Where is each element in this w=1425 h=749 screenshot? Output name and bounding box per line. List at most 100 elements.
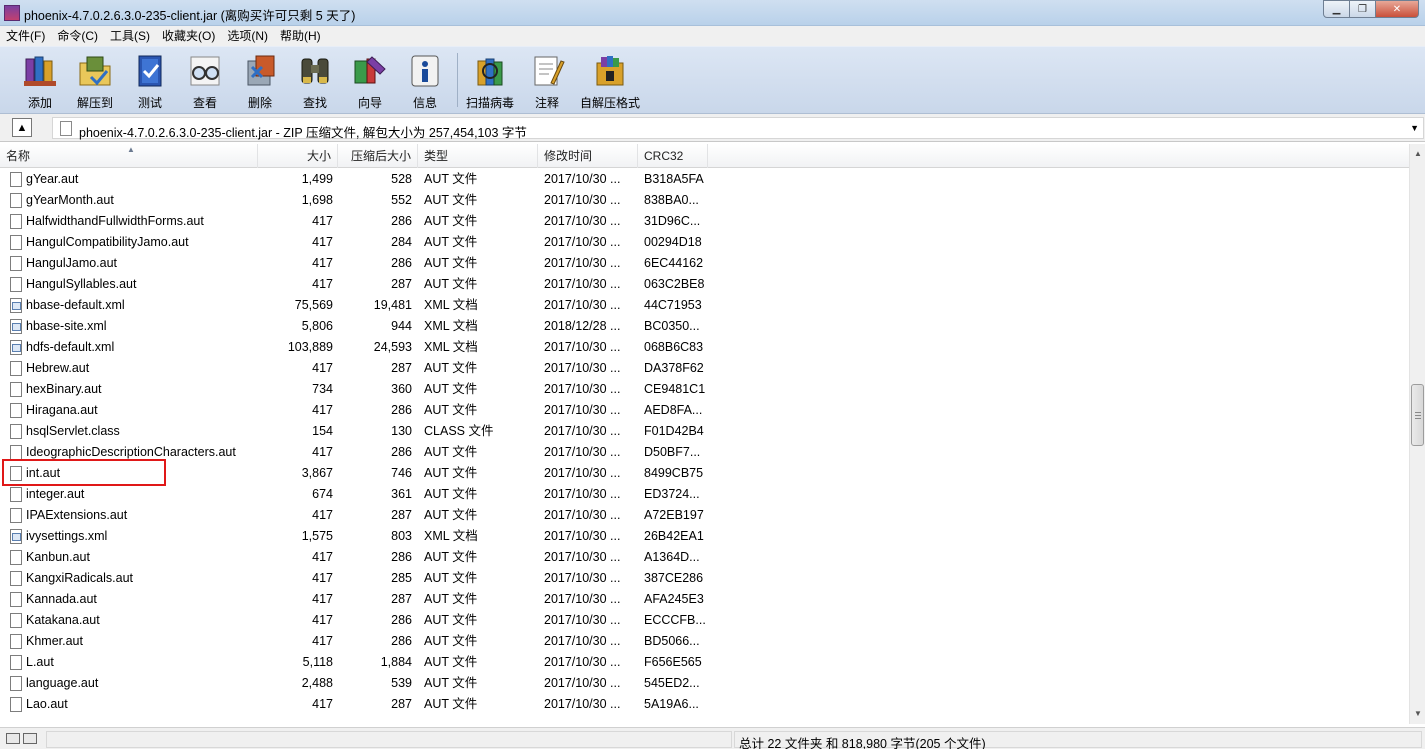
file-modified: 2017/10/30 ...	[544, 361, 621, 375]
test-button[interactable]: 测试	[123, 51, 177, 111]
menu-help[interactable]: 帮助(H)	[274, 26, 327, 46]
file-row[interactable]: HalfwidthandFullwidthForms.aut 417 286 AUT …	[0, 211, 1409, 232]
file-type: AUT 文件	[424, 634, 478, 648]
file-row[interactable]: HangulCompatibilityJamo.aut 417 284 AUT 文件 2…	[0, 232, 1409, 253]
minimize-button[interactable]: ▁	[1323, 0, 1350, 18]
scroll-up-button[interactable]: ▲	[1410, 146, 1425, 162]
file-name: HangulCompatibilityJamo.aut	[26, 235, 189, 249]
add-button[interactable]: 添加	[13, 51, 67, 111]
file-row[interactable]: hbase-default.xml 75,569 19,481 XML 文档 2017/…	[0, 295, 1409, 316]
thumb-grip	[1415, 412, 1421, 413]
file-icon	[10, 361, 22, 376]
file-crc: BC0350...	[644, 319, 700, 333]
file-row[interactable]: hexBinary.aut 734 360 AUT 文件 2017/10/30 ... C…	[0, 379, 1409, 400]
file-icon	[10, 634, 22, 649]
column-name[interactable]: 名称 ▲	[0, 144, 258, 168]
menu-tools[interactable]: 工具(S)	[104, 26, 156, 46]
file-row[interactable]: Hebrew.aut 417 287 AUT 文件 2017/10/30 ... DA37…	[0, 358, 1409, 379]
file-row[interactable]: int.aut 3,867 746 AUT 文件 2017/10/30 ... 8499C…	[0, 463, 1409, 484]
maximize-button[interactable]: ❐	[1349, 0, 1376, 18]
menu-options[interactable]: 选项(N)	[221, 26, 274, 46]
drive-icon[interactable]	[6, 733, 20, 744]
column-packed[interactable]: 压缩后大小	[338, 144, 418, 168]
chevron-down-icon[interactable]: ▼	[1410, 123, 1419, 133]
virus-scan-button[interactable]: 扫描病毒	[463, 51, 517, 111]
file-row[interactable]: integer.aut 674 361 AUT 文件 2017/10/30 ... ED3…	[0, 484, 1409, 505]
file-packed-size: 944	[391, 319, 412, 333]
path-combobox[interactable]: phoenix-4.7.0.2.6.3.0-235-client.jar - Z…	[52, 117, 1424, 140]
key-icon[interactable]	[23, 733, 37, 744]
add-books-icon	[24, 56, 56, 86]
file-crc: BD5066...	[644, 634, 700, 648]
file-row[interactable]: Khmer.aut 417 286 AUT 文件 2017/10/30 ... BD506…	[0, 631, 1409, 652]
file-row[interactable]: L.aut 5,118 1,884 AUT 文件 2017/10/30 ... F656E…	[0, 652, 1409, 673]
file-row[interactable]: language.aut 2,488 539 AUT 文件 2017/10/30 ...…	[0, 673, 1409, 694]
column-type[interactable]: 类型	[418, 144, 538, 168]
delete-button[interactable]: 删除	[233, 51, 287, 111]
column-modified[interactable]: 修改时间	[538, 144, 638, 168]
file-size: 1,499	[301, 172, 333, 186]
status-icons	[6, 733, 42, 745]
column-crc[interactable]: CRC32	[638, 144, 708, 168]
menu-commands[interactable]: 命令(C)	[51, 26, 104, 46]
file-icon	[10, 592, 22, 607]
file-type: CLASS 文件	[424, 424, 494, 438]
menu-favorites[interactable]: 收藏夹(O)	[156, 26, 221, 46]
file-row[interactable]: Kannada.aut 417 287 AUT 文件 2017/10/30 ... AFA…	[0, 589, 1409, 610]
extract-to-button[interactable]: 解压到	[68, 51, 122, 111]
file-modified: 2017/10/30 ...	[544, 403, 621, 417]
column-size[interactable]: 大小	[258, 144, 338, 168]
file-size: 2,488	[301, 676, 333, 690]
file-size: 417	[312, 613, 333, 627]
file-row[interactable]: HangulJamo.aut 417 286 AUT 文件 2017/10/30 ...…	[0, 253, 1409, 274]
file-row[interactable]: Lao.aut 417 287 AUT 文件 2017/10/30 ... 5A19A6.…	[0, 694, 1409, 715]
file-row[interactable]: hbase-site.xml 5,806 944 XML 文档 2018/12/28 .…	[0, 316, 1409, 337]
window-title: phoenix-4.7.0.2.6.3.0-235-client.jar (离购…	[24, 9, 356, 23]
file-crc: 5A19A6...	[644, 697, 699, 711]
extract-folder-icon	[79, 56, 111, 86]
file-row[interactable]: IPAExtensions.aut 417 287 AUT 文件 2017/10/30 …	[0, 505, 1409, 526]
file-type: AUT 文件	[424, 466, 478, 480]
file-packed-size: 803	[391, 529, 412, 543]
file-modified: 2018/12/28 ...	[544, 319, 621, 333]
comment-button[interactable]: 注释	[520, 51, 574, 111]
info-button[interactable]: 信息	[398, 51, 452, 111]
file-row[interactable]: IdeographicDescriptionCharacters.aut 417 2…	[0, 442, 1409, 463]
menu-file[interactable]: 文件(F)	[0, 26, 51, 46]
up-folder-button[interactable]: ▲	[12, 118, 32, 137]
close-button[interactable]: ✕	[1375, 0, 1419, 18]
file-row[interactable]: Kanbun.aut 417 286 AUT 文件 2017/10/30 ... A136…	[0, 547, 1409, 568]
file-list[interactable]: 名称 ▲ 大小 压缩后大小 类型 修改时间 CRC32 gYear.aut 1,4…	[0, 144, 1409, 724]
file-modified: 2017/10/30 ...	[544, 214, 621, 228]
file-row[interactable]: KangxiRadicals.aut 417 285 AUT 文件 2017/10/30…	[0, 568, 1409, 589]
file-modified: 2017/10/30 ...	[544, 634, 621, 648]
file-row[interactable]: ivysettings.xml 1,575 803 XML 文档 2017/10/30 …	[0, 526, 1409, 547]
file-crc: AED8FA...	[644, 403, 703, 417]
scroll-down-button[interactable]: ▼	[1410, 706, 1425, 722]
file-row[interactable]: Hiragana.aut 417 286 AUT 文件 2017/10/30 ... AE…	[0, 400, 1409, 421]
file-modified: 2017/10/30 ...	[544, 592, 621, 606]
file-icon	[10, 445, 22, 460]
vertical-scrollbar[interactable]: ▲ ▼	[1409, 144, 1425, 724]
scroll-thumb[interactable]	[1411, 384, 1424, 446]
view-glasses-icon	[190, 56, 220, 86]
file-row[interactable]: hdfs-default.xml 103,889 24,593 XML 文档 2017/…	[0, 337, 1409, 358]
wizard-button[interactable]: 向导	[343, 51, 397, 111]
find-button[interactable]: 查找	[288, 51, 342, 111]
sfx-button[interactable]: 自解压格式	[580, 51, 640, 111]
file-packed-size: 284	[391, 235, 412, 249]
view-button[interactable]: 查看	[178, 51, 232, 111]
file-name: gYearMonth.aut	[26, 193, 114, 207]
winrar-app-icon[interactable]	[4, 5, 20, 21]
file-row[interactable]: gYear.aut 1,499 528 AUT 文件 2017/10/30 ... B31…	[0, 169, 1409, 190]
file-row[interactable]: hsqlServlet.class 154 130 CLASS 文件 2017/10/3…	[0, 421, 1409, 442]
menu-bar: 文件(F) 命令(C) 工具(S) 收藏夹(O) 选项(N) 帮助(H)	[0, 26, 1425, 46]
file-row[interactable]: gYearMonth.aut 1,698 552 AUT 文件 2017/10/30 .…	[0, 190, 1409, 211]
file-row[interactable]: Katakana.aut 417 286 AUT 文件 2017/10/30 ... EC…	[0, 610, 1409, 631]
file-packed-size: 287	[391, 592, 412, 606]
file-modified: 2017/10/30 ...	[544, 697, 621, 711]
file-crc: DA378F62	[644, 361, 704, 375]
file-row[interactable]: HangulSyllables.aut 417 287 AUT 文件 2017/10/3…	[0, 274, 1409, 295]
xml-file-icon	[10, 298, 22, 313]
file-packed-size: 286	[391, 613, 412, 627]
